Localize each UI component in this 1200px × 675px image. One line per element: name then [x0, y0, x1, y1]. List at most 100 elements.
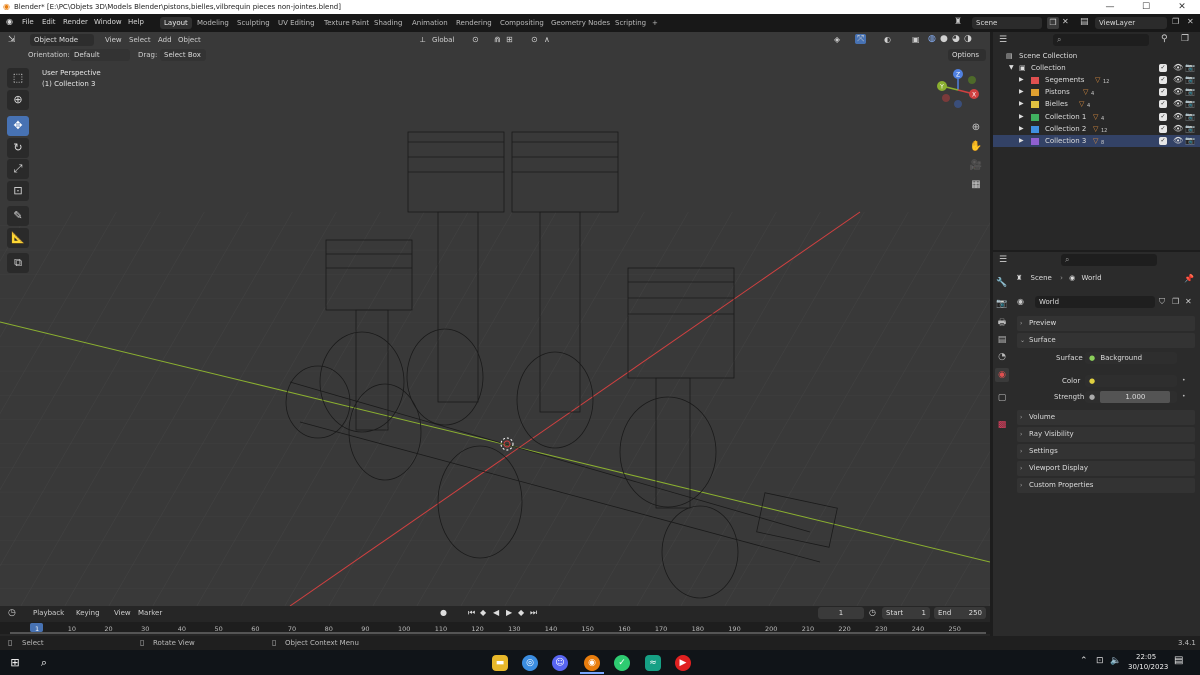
remove-viewlayer-icon[interactable]: ✕ [1187, 17, 1194, 26]
outliner-item[interactable]: ▶ Collection 1 ▽ 4 ✓ 👁 📷 [993, 111, 1200, 123]
orientation-dropdown[interactable]: Default [70, 49, 130, 61]
render-camera-icon[interactable]: 📷 [1185, 112, 1195, 121]
camera-icon[interactable]: 🎥 [968, 158, 984, 174]
scale-icon[interactable]: ⤢ [7, 159, 29, 179]
terminal-app-icon[interactable]: ≈ [645, 655, 661, 671]
viewport-menu-object[interactable]: Object [178, 36, 201, 44]
expand-arrow-icon[interactable]: ▶ [1019, 88, 1024, 95]
transform-icon[interactable]: ⊡ [7, 181, 29, 201]
expand-arrow-icon[interactable]: ▶ [1019, 137, 1024, 144]
pin-icon[interactable]: 📌 [1184, 274, 1194, 283]
fake-user-shield-icon[interactable]: ⛉ [1159, 297, 1165, 307]
new-collection-icon[interactable]: ❐ [1181, 34, 1189, 44]
tab-modeling[interactable]: Modeling [193, 17, 233, 29]
unlink-icon[interactable]: ✕ [1185, 297, 1192, 306]
overlay-icon[interactable]: ◐ [884, 35, 891, 44]
maximize-icon[interactable]: ☐ [1128, 0, 1164, 14]
texture-tab-icon[interactable]: ▩ [995, 418, 1009, 432]
world-name-field[interactable]: World [1035, 296, 1155, 308]
outliner-item[interactable]: ▶ Segements ▽ 12 ✓ 👁 📷 [993, 74, 1200, 86]
media-player-icon[interactable]: ▶ [675, 655, 691, 671]
current-frame-field[interactable]: 1 [818, 607, 864, 619]
expand-arrow-icon[interactable]: ▶ [1019, 76, 1024, 83]
network-icon[interactable]: ⊡ [1096, 656, 1104, 666]
render-camera-icon[interactable]: 📷 [1185, 87, 1195, 96]
outliner-scene-collection[interactable]: ▤ Scene Collection [993, 50, 1200, 62]
jump-end-icon[interactable]: ⏭ [530, 608, 537, 618]
viewlayer-selector[interactable]: ViewLayer [1095, 17, 1167, 29]
new-viewlayer-icon[interactable]: ❐ [1172, 17, 1179, 26]
duplicate-icon[interactable]: ❐ [1172, 297, 1179, 306]
gizmo-toggle-icon[interactable]: ⤧ [855, 34, 867, 44]
eye-icon[interactable]: 👁 [1173, 75, 1183, 84]
proportional-edit-icon[interactable]: ⊙ [531, 35, 538, 44]
navigation-gizmo[interactable]: Z X Y [934, 66, 982, 110]
select-box-icon[interactable]: ⬚ [7, 68, 29, 88]
mode-selector[interactable]: Object Mode [30, 34, 94, 46]
jump-start-icon[interactable]: ⏮ [468, 608, 475, 618]
clock-date[interactable]: 30/10/2023 [1128, 663, 1168, 671]
outliner-collection[interactable]: ▼ ▣ Collection ✓ 👁 📷 [993, 62, 1200, 74]
minimize-icon[interactable]: — [1092, 0, 1128, 14]
preview-range-icon[interactable]: ◷ [869, 608, 876, 617]
material-shading-icon[interactable]: ◕ [952, 34, 960, 44]
menu-file[interactable]: File [22, 18, 34, 26]
exclude-checkbox[interactable]: ✓ [1159, 125, 1167, 133]
viewport-menu-view[interactable]: View [105, 36, 122, 44]
next-keyframe-icon[interactable]: ◆ [518, 608, 524, 617]
timeline-menu-keying[interactable]: Keying [76, 609, 100, 617]
blender-menu-icon[interactable]: ◉ [6, 17, 13, 26]
eye-icon[interactable]: 👁 [1173, 87, 1183, 96]
tab-layout[interactable]: Layout [160, 17, 192, 29]
zoom-icon[interactable]: ⊕ [968, 120, 984, 136]
output-tab-icon[interactable]: 🖶 [995, 316, 1009, 330]
exclude-checkbox[interactable]: ✓ [1159, 100, 1167, 108]
tab-compositing[interactable]: Compositing [496, 17, 548, 29]
new-scene-icon[interactable]: ❐ [1047, 17, 1059, 29]
tab-shading[interactable]: Shading [370, 17, 406, 29]
tab-sculpting[interactable]: Sculpting [233, 17, 274, 29]
prev-keyframe-icon[interactable]: ◆ [480, 608, 486, 617]
end-frame-field[interactable]: End 250 [934, 607, 986, 619]
remove-scene-icon[interactable]: ✕ [1062, 17, 1069, 26]
surface-shader-field[interactable]: ● Background [1085, 352, 1177, 364]
filter-icon[interactable]: ⚲ [1161, 34, 1168, 44]
timeline-menu-playback[interactable]: Playback [33, 609, 64, 617]
properties-editor-icon[interactable]: ☰ [999, 255, 1007, 265]
eye-icon[interactable]: 👁 [1173, 99, 1183, 108]
snap-target-icon[interactable]: ⊞ [506, 35, 513, 44]
outliner-item[interactable]: ▶ Bielles ▽ 4 ✓ 👁 📷 [993, 98, 1200, 110]
render-tab-icon[interactable]: 📷 [995, 297, 1009, 311]
collection-tab-icon[interactable]: ▢ [995, 391, 1009, 405]
outliner-item[interactable]: ▶ Pistons ▽ 4 ✓ 👁 📷 [993, 86, 1200, 98]
discord-icon[interactable]: ☺ [552, 655, 568, 671]
cursor-icon[interactable]: ⊕ [7, 90, 29, 110]
xray-icon[interactable]: ▣ [912, 35, 920, 44]
rotate-icon[interactable]: ↻ [7, 138, 29, 158]
view-layer-tab-icon[interactable]: ▤ [995, 333, 1009, 347]
render-camera-icon[interactable]: 📷 [1185, 124, 1195, 133]
strength-keyframe-icon[interactable]: • [1182, 393, 1186, 400]
tab-scripting[interactable]: Scripting [611, 17, 650, 29]
timeline-menu-view[interactable]: View [114, 609, 131, 617]
scene-tab-icon[interactable]: ◔ [995, 350, 1009, 364]
taskbar-search-icon[interactable]: ⌕ [36, 655, 52, 671]
section-preview[interactable]: › Preview [1017, 316, 1195, 331]
exclude-checkbox[interactable]: ✓ [1159, 137, 1167, 145]
color-field[interactable]: ● [1085, 375, 1177, 387]
expand-arrow-icon[interactable]: ▶ [1019, 125, 1024, 132]
menu-render[interactable]: Render [63, 18, 88, 26]
annotate-icon[interactable]: ✎ [7, 206, 29, 226]
visibility-icon[interactable]: ◈ [834, 35, 840, 44]
eye-icon[interactable]: 👁 [1173, 136, 1183, 145]
tab-texture-paint[interactable]: Texture Paint [320, 17, 373, 29]
section-settings[interactable]: › Settings [1017, 444, 1195, 459]
exclude-checkbox[interactable]: ✓ [1159, 64, 1167, 72]
wireframe-shading-icon[interactable]: ◍ [928, 34, 936, 44]
drag-dropdown[interactable]: Select Box [160, 49, 206, 61]
start-frame-field[interactable]: Start 1 [882, 607, 930, 619]
snap-icon[interactable]: ⋒ [494, 35, 501, 44]
exclude-checkbox[interactable]: ✓ [1159, 113, 1167, 121]
add-cube-icon[interactable]: ⧉ [7, 253, 29, 273]
clock-time[interactable]: 22:05 [1136, 653, 1156, 661]
